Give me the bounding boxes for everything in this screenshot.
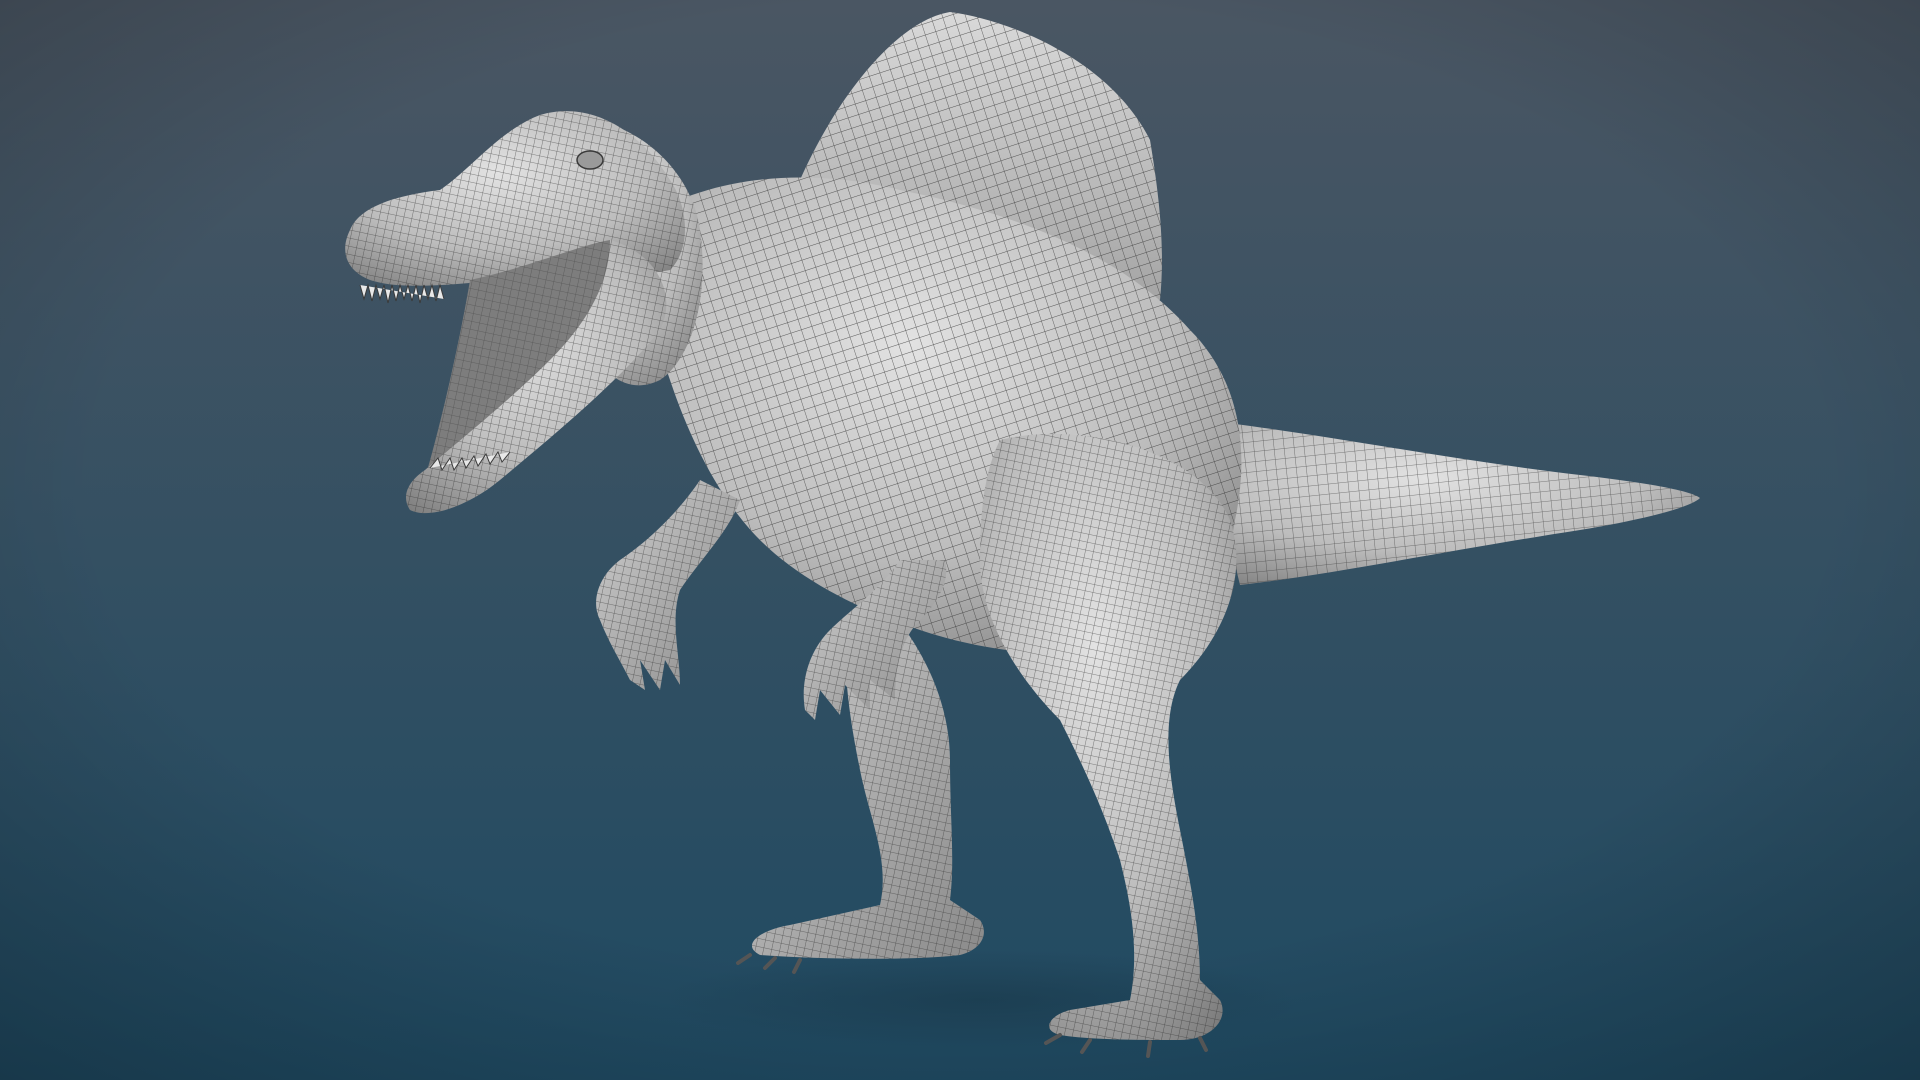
eye xyxy=(576,150,604,170)
forearm-far xyxy=(596,480,740,690)
dinosaur-model xyxy=(345,12,1700,1058)
render-viewport xyxy=(0,0,1920,1080)
tail xyxy=(1200,420,1700,585)
